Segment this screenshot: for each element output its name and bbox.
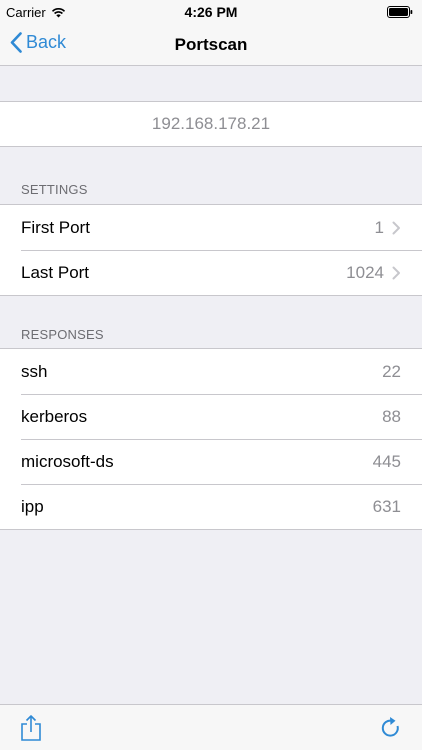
response-row[interactable]: ssh 22 <box>0 349 422 394</box>
last-port-value: 1024 <box>346 262 384 282</box>
response-row[interactable]: microsoft-ds 445 <box>0 439 422 484</box>
port-number: 631 <box>372 496 401 516</box>
host-ip-value: 192.168.178.21 <box>151 114 271 133</box>
status-time: 4:26 PM <box>184 4 238 20</box>
page-title: Portscan <box>174 35 248 54</box>
last-port-row[interactable]: Last Port 1024 <box>0 250 422 295</box>
settings-header: SETTINGS <box>21 182 88 197</box>
first-port-value: 1 <box>374 217 384 237</box>
bottom-toolbar <box>0 704 422 750</box>
response-row[interactable]: kerberos 88 <box>0 394 422 439</box>
status-bar: Carrier 4:26 PM <box>0 0 422 24</box>
chevron-right-icon <box>392 221 400 234</box>
share-icon[interactable] <box>18 714 44 742</box>
battery-icon <box>387 6 413 18</box>
port-number: 22 <box>382 361 401 381</box>
responses-header: RESPONSES <box>21 327 104 342</box>
last-port-label: Last Port <box>21 262 90 282</box>
port-number: 445 <box>372 451 401 471</box>
service-name: ipp <box>21 496 44 516</box>
port-number: 88 <box>382 406 401 426</box>
portscan-screen: Carrier 4:26 PM Back Portscan 192.168.17… <box>0 0 422 750</box>
response-row[interactable]: ipp 631 <box>0 484 422 529</box>
service-name: microsoft-ds <box>21 451 114 471</box>
navigation-bar: Back Portscan <box>0 24 422 66</box>
settings-group: First Port 1 Last Port 1024 <box>0 204 422 296</box>
host-ip-field[interactable]: 192.168.178.21 <box>0 101 422 147</box>
service-name: ssh <box>21 361 48 381</box>
refresh-icon[interactable] <box>378 714 404 742</box>
chevron-right-icon <box>392 266 400 279</box>
service-name: kerberos <box>21 406 88 426</box>
first-port-label: First Port <box>21 217 90 237</box>
first-port-row[interactable]: First Port 1 <box>0 205 422 250</box>
responses-group: ssh 22 kerberos 88 microsoft-ds 445 ipp … <box>0 348 422 530</box>
